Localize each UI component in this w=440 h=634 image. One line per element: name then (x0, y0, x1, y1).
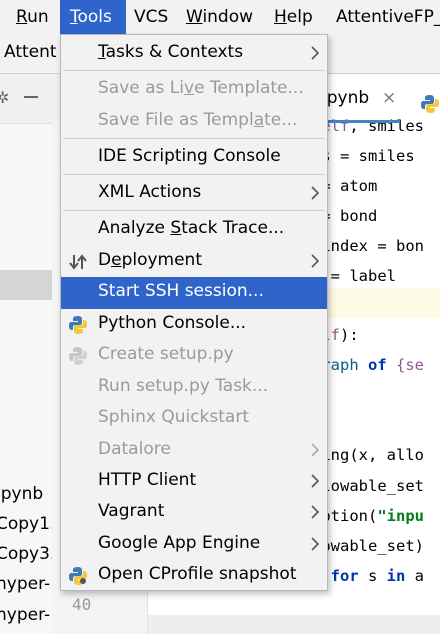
tools-menu: Tasks & Contexts Save as Live Template...… (60, 34, 328, 591)
close-icon[interactable]: × (382, 88, 396, 108)
menu-item-label: Deployment (98, 250, 202, 270)
menu-item-vagrant[interactable]: Vagrant (61, 497, 327, 529)
menu-separator (63, 70, 325, 71)
menu-item-create-setup-py: Create setup.py (61, 340, 327, 372)
submenu-arrow-icon (311, 504, 320, 519)
menu-item-open-cprofile-snapshot[interactable]: Open CProfile snapshot (61, 560, 327, 592)
code-line: ding(x, allo (312, 446, 424, 464)
editor-tab-label[interactable]: ipynb (322, 88, 369, 108)
menu-item-label: Open CProfile snapshot (98, 564, 297, 584)
code-line: _index = bon (312, 237, 424, 255)
menu-separator (63, 138, 325, 139)
menu-item-label: Save File as Template... (98, 110, 298, 130)
menu-window[interactable]: Window (186, 0, 262, 34)
menu-item-google-app-engine[interactable]: Google App Engine (61, 529, 327, 561)
horizontal-scrollbar[interactable] (148, 615, 440, 634)
project-file-item[interactable]: hyper- (0, 605, 50, 625)
project-file-item[interactable]: hyper- (0, 574, 50, 594)
menu-separator (63, 174, 325, 175)
code-line: s for s in a (312, 567, 425, 585)
menu-separator (63, 210, 325, 211)
menu-item-label: XML Actions (98, 182, 202, 202)
menu-item-ide-scripting-console[interactable]: IDE Scripting Console (61, 142, 327, 174)
project-file-item[interactable]: ipynb (0, 484, 43, 504)
menu-item-label: Sphinx Quickstart (98, 407, 249, 427)
menu-item-save-file-as-template: Save File as Template... (61, 106, 327, 138)
menu-vcs[interactable]: VCS (134, 0, 174, 34)
settings-icon[interactable]: ✲ (0, 88, 9, 107)
python-icon (68, 315, 88, 335)
menu-item-analyze-stack-trace[interactable]: Analyze Stack Trace... (61, 214, 327, 246)
menu-item-label: Create setup.py (98, 344, 234, 364)
menu-item-label: Run setup.py Task... (98, 376, 269, 396)
menu-item-start-ssh-session[interactable]: Start SSH session... (61, 277, 327, 309)
menu-item-tasks-contexts[interactable]: Tasks & Contexts (61, 38, 327, 70)
menu-item-http-client[interactable]: HTTP Client (61, 466, 327, 498)
menu-item-label: Tasks & Contexts (98, 42, 244, 62)
menu-item-label: Analyze Stack Trace... (98, 218, 285, 238)
window-title: AttentiveFP_ (336, 7, 440, 27)
code-line: graph of {se (312, 356, 424, 374)
menu-item-label: Datalore (98, 439, 171, 459)
menu-item-python-console[interactable]: Python Console... (61, 309, 327, 341)
code-line: eption("inpu (312, 507, 424, 525)
submenu-arrow-icon (311, 442, 320, 457)
cprofile-icon (68, 566, 88, 586)
menu-help[interactable]: Help (274, 0, 320, 34)
project-file-item[interactable]: Copy3. (0, 544, 55, 564)
breadcrumb[interactable]: Attent (4, 42, 57, 62)
code-line: lowable_set) (312, 537, 424, 555)
minimize-icon[interactable] (24, 96, 38, 98)
menu-run[interactable]: Run (16, 0, 56, 34)
deployment-icon (68, 252, 88, 272)
submenu-arrow-icon (311, 253, 320, 268)
project-file-item[interactable]: Copy1. (0, 514, 55, 534)
setup-icon (68, 346, 88, 366)
line-number: 40 (72, 595, 92, 614)
menu-item-datalore: Datalore (61, 435, 327, 467)
menu-item-label: Vagrant (98, 501, 165, 521)
menu-item-label: Start SSH session... (98, 281, 264, 301)
submenu-arrow-icon (311, 536, 320, 551)
menu-item-label: Python Console... (98, 313, 247, 333)
menu-item-sphinx-quickstart: Sphinx Quickstart (61, 403, 327, 435)
menu-tools[interactable]: Tools (60, 0, 126, 34)
menu-item-xml-actions[interactable]: XML Actions (61, 178, 327, 210)
menu-item-label: IDE Scripting Console (98, 146, 281, 166)
submenu-arrow-icon (311, 185, 320, 200)
project-panel-toolbar: ✲ (0, 74, 60, 124)
menu-item-run-setup-py-task: Run setup.py Task... (61, 372, 327, 404)
menu-item-save-as-live-template: Save as Live Template... (61, 74, 327, 106)
menu-item-label: HTTP Client (98, 470, 197, 490)
python-file-icon[interactable] (420, 94, 440, 114)
submenu-arrow-icon (311, 473, 320, 488)
menu-item-deployment[interactable]: Deployment (61, 246, 327, 278)
code-line: llowable_set (312, 477, 424, 495)
project-selected-row[interactable] (0, 270, 60, 300)
submenu-arrow-icon (311, 45, 320, 60)
menu-item-label: Google App Engine (98, 533, 261, 553)
menu-item-label: Save as Live Template... (98, 78, 304, 98)
